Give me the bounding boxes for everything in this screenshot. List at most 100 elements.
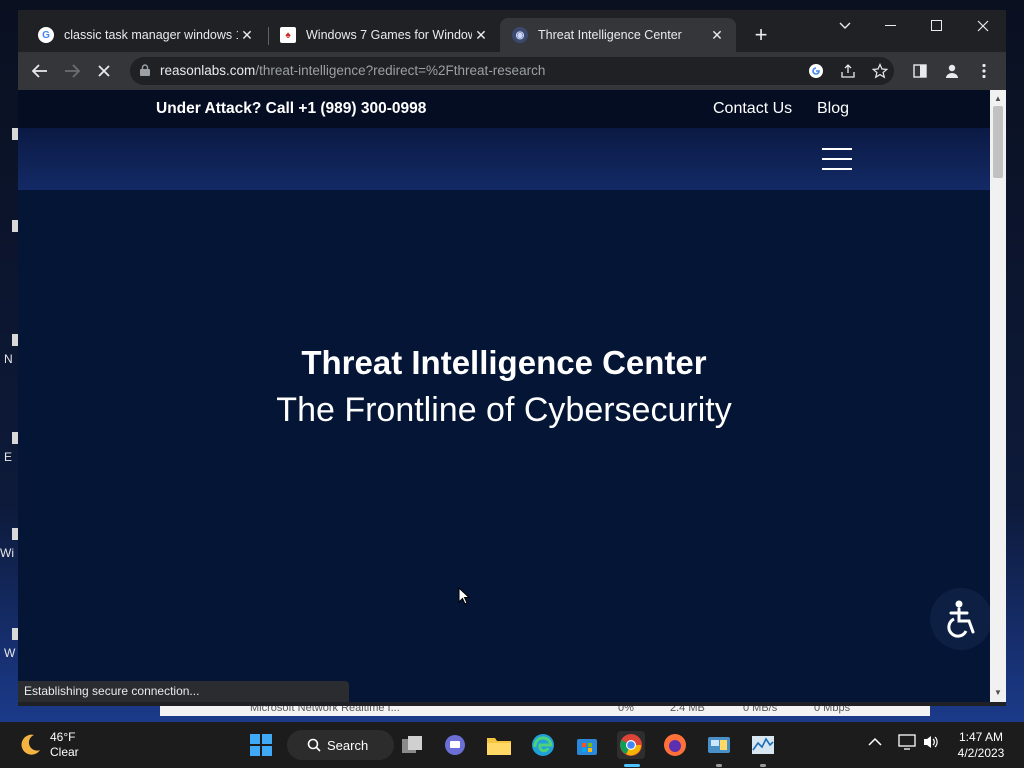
back-arrow-icon [32, 64, 47, 78]
desktop-icon[interactable]: N [0, 334, 18, 370]
close-icon[interactable]: ✕ [472, 26, 490, 44]
control-panel-icon [708, 737, 730, 753]
close-window-button[interactable] [960, 12, 1006, 40]
hero-section: Threat Intelligence Center The Frontline… [18, 190, 990, 702]
weather-temp: 46°F [50, 730, 76, 744]
blog-link[interactable]: Blog [817, 100, 849, 118]
chrome-button[interactable] [617, 731, 645, 759]
google-g-icon: G [38, 27, 54, 43]
system-clock[interactable]: 1:47 AM 4/2/2023 [944, 729, 1018, 761]
accessibility-button[interactable] [930, 588, 990, 650]
search-label: Search [327, 737, 369, 753]
teams-chat-button[interactable] [441, 731, 469, 759]
desktop-icon[interactable] [0, 220, 18, 256]
new-tab-button[interactable]: + [749, 24, 773, 48]
hamburger-line [822, 158, 852, 160]
hamburger-line [822, 148, 852, 150]
firefox-icon [664, 734, 686, 756]
page-viewport: Under Attack? Call +1 (989) 300-0998 Con… [18, 90, 990, 702]
desktop-icon-label: N [4, 352, 13, 366]
stop-loading-button[interactable] [92, 59, 116, 83]
star-icon [872, 63, 888, 79]
desktop-icon[interactable]: Wi [0, 528, 18, 564]
maximize-icon [931, 20, 942, 31]
store-icon [577, 739, 597, 755]
scroll-thumb[interactable] [993, 106, 1003, 178]
file-explorer-button[interactable] [485, 731, 513, 759]
control-panel-button[interactable] [705, 731, 733, 759]
address-bar[interactable]: reasonlabs.com/threat-intelligence?redir… [130, 57, 894, 85]
side-panel-button[interactable] [910, 61, 930, 81]
hamburger-line [822, 168, 852, 170]
desktop-icon-label: Wi [0, 546, 14, 560]
google-g-icon [809, 64, 823, 78]
tab-search-button[interactable] [822, 12, 868, 40]
minimize-button[interactable] [868, 12, 914, 40]
hero-title: Threat Intelligence Center [301, 344, 707, 381]
running-app-indicator [716, 764, 722, 767]
windows-logo-icon [250, 734, 272, 756]
taskbar-search[interactable]: Search [287, 730, 394, 760]
close-icon[interactable]: ✕ [708, 26, 726, 44]
tab-task-manager[interactable]: G classic task manager windows 11 ✕ [26, 18, 266, 52]
browser-window: G classic task manager windows 11 ✕ ♠ Wi… [18, 10, 1006, 706]
show-hidden-icons-button[interactable] [868, 734, 882, 750]
accessibility-icon [947, 600, 975, 638]
desktop-icon-label: W [4, 646, 16, 660]
google-lens-button[interactable] [806, 61, 826, 81]
close-icon[interactable]: ✕ [238, 26, 256, 44]
chat-icon [445, 735, 465, 755]
forward-button[interactable] [60, 59, 84, 83]
kebab-menu-icon [982, 63, 986, 79]
chrome-icon [620, 734, 642, 756]
under-attack-link[interactable]: Under Attack? Call +1 (989) 300-0998 [156, 100, 426, 118]
tab-strip: G classic task manager windows 11 ✕ ♠ Wi… [18, 10, 1006, 52]
tab-title: Windows 7 Games for Windows [306, 28, 472, 42]
status-bubble: Establishing secure connection... [18, 681, 350, 702]
volume-tray-icon[interactable] [922, 734, 940, 753]
page-scrollbar[interactable]: ▲ ▼ [990, 90, 1006, 702]
scroll-up-arrow-icon[interactable]: ▲ [994, 94, 1002, 103]
tab-threat-intelligence[interactable]: ◉ Threat Intelligence Center ✕ [500, 18, 736, 52]
folder-icon [487, 738, 511, 755]
firefox-button[interactable] [661, 731, 689, 759]
profile-icon [946, 64, 958, 78]
desktop-icon[interactable]: W [0, 628, 18, 664]
browser-toolbar: reasonlabs.com/threat-intelligence?redir… [18, 52, 1006, 90]
network-tray-icon[interactable] [898, 734, 916, 753]
chevron-up-icon [868, 737, 882, 746]
url-path: /threat-intelligence?redirect=%2Fthreat-… [255, 63, 546, 78]
microsoft-store-button[interactable] [573, 731, 601, 759]
running-app-indicator [760, 764, 766, 767]
scroll-down-arrow-icon[interactable]: ▼ [994, 688, 1002, 697]
desktop-icon-label: E [4, 450, 13, 464]
back-button[interactable] [28, 59, 52, 83]
taskbar: 46°F Clear Search 1:47 AM 4/2/2023 [0, 722, 1024, 768]
task-view-icon [402, 736, 422, 753]
task-view-button[interactable] [398, 731, 426, 759]
bookmark-star-button[interactable] [870, 61, 890, 81]
menu-button[interactable] [974, 61, 994, 81]
profile-button[interactable] [942, 61, 962, 81]
edge-icon [532, 734, 554, 756]
weather-condition: Clear [50, 745, 79, 759]
task-manager-button[interactable] [749, 731, 777, 759]
site-top-bar: Under Attack? Call +1 (989) 300-0998 Con… [18, 90, 990, 128]
moon-icon [21, 734, 40, 755]
network-icon [898, 734, 916, 750]
mouse-cursor-icon [458, 587, 470, 605]
task-manager-icon [752, 736, 774, 754]
url-text: reasonlabs.com/threat-intelligence?redir… [160, 63, 545, 78]
edge-button[interactable] [529, 731, 557, 759]
hamburger-menu-button[interactable] [822, 148, 852, 170]
tab-windows-games[interactable]: ♠ Windows 7 Games for Windows ✕ [268, 18, 500, 52]
desktop-icon[interactable] [0, 128, 18, 164]
tab-title: classic task manager windows 11 [64, 28, 238, 42]
maximize-button[interactable] [914, 12, 960, 40]
start-button[interactable] [247, 731, 275, 759]
desktop-icon[interactable]: E [0, 432, 18, 468]
hero-subtitle: The Frontline of Cybersecurity [276, 391, 732, 429]
contact-us-link[interactable]: Contact Us [713, 100, 792, 118]
chevron-down-icon [839, 22, 851, 29]
share-button[interactable] [838, 61, 858, 81]
